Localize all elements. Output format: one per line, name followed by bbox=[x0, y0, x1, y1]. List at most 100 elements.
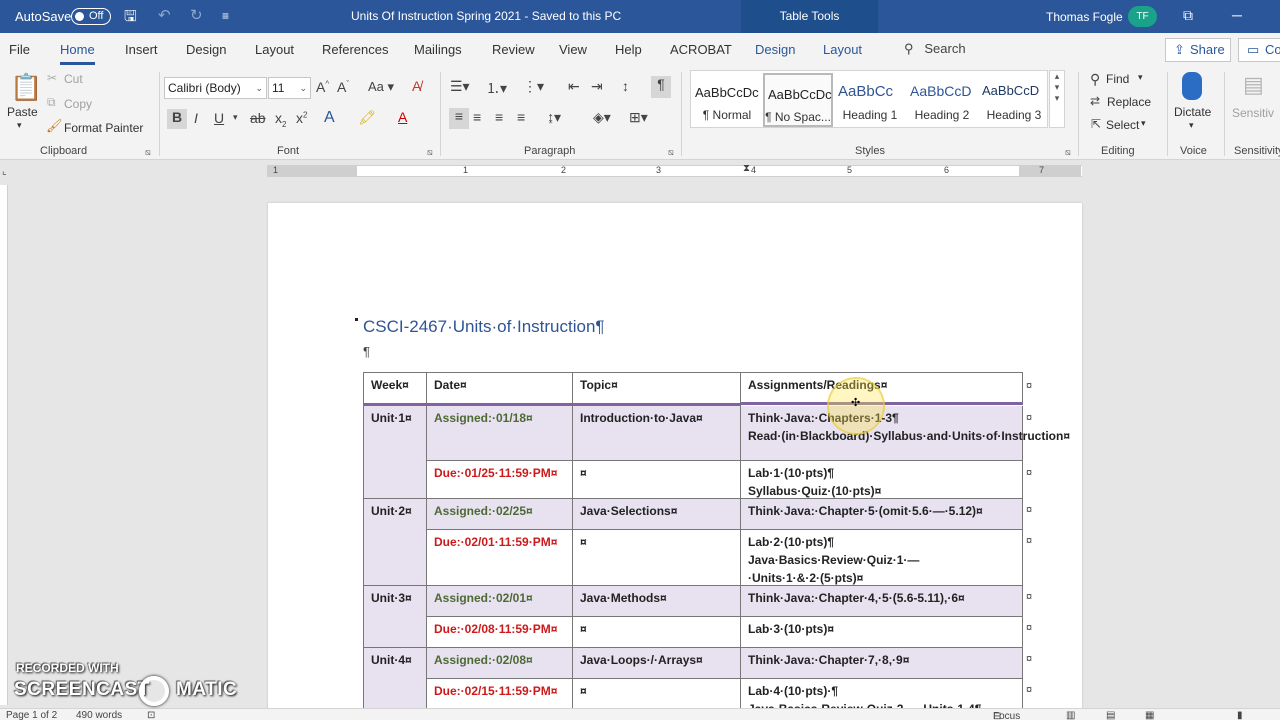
chevron-up-icon[interactable]: ▴ bbox=[1050, 71, 1064, 82]
tab-mailings[interactable]: Mailings bbox=[414, 42, 462, 57]
search-box[interactable]: ⚲ Search bbox=[904, 41, 966, 57]
topic-cell[interactable]: Java·Loops·/·Arrays¤ bbox=[573, 648, 741, 679]
ribbon-display-icon[interactable]: ⧉ bbox=[1183, 7, 1193, 24]
assigned-date-cell[interactable]: Assigned:·02/08¤ bbox=[427, 648, 573, 679]
header-cell-topic[interactable]: Topic¤ bbox=[573, 373, 741, 405]
save-icon[interactable]: 🖫 bbox=[124, 6, 137, 31]
sensitivity-button[interactable]: Sensitiv bbox=[1232, 106, 1274, 120]
page-count[interactable]: Page 1 of 2 bbox=[6, 710, 57, 720]
comments-button[interactable]: ▭ Co bbox=[1238, 38, 1280, 62]
shrink-font-icon[interactable]: Aˇ bbox=[337, 79, 349, 95]
topic-cell[interactable]: Java·Methods¤ bbox=[573, 586, 741, 617]
tab-layout[interactable]: Layout bbox=[255, 42, 294, 57]
topic-cell[interactable]: Introduction·to·Java¤ bbox=[573, 406, 741, 461]
bullets-icon[interactable]: ☰▾ bbox=[450, 78, 470, 95]
assigned-date-cell[interactable]: Assigned:·02/25¤ bbox=[427, 499, 573, 530]
font-size-box[interactable]: 11 ⌄ bbox=[268, 77, 311, 99]
autosave-toggle[interactable]: Off bbox=[71, 8, 111, 25]
redo-icon[interactable]: ↻ bbox=[190, 6, 203, 24]
tab-acrobat[interactable]: ACROBAT bbox=[670, 42, 732, 57]
more-styles-icon[interactable]: ▾ bbox=[1050, 93, 1064, 104]
cut-button[interactable]: Cut bbox=[64, 72, 83, 86]
share-button[interactable]: ⇪ Share bbox=[1165, 38, 1231, 62]
indent-marker-icon[interactable]: ⧗ bbox=[743, 163, 750, 174]
decrease-indent-icon[interactable]: ⇤ bbox=[568, 78, 580, 95]
customize-qat-icon[interactable]: ≡ bbox=[222, 9, 229, 23]
undo-icon[interactable]: ↶ bbox=[158, 6, 171, 24]
tab-table-design[interactable]: Design bbox=[755, 42, 795, 57]
align-left-icon[interactable]: ≡ bbox=[449, 108, 469, 129]
readings-cell[interactable]: Think·Java:·Chapter·7,·8,·9¤ bbox=[741, 648, 1023, 679]
multilevel-list-icon[interactable]: ⋮▾ bbox=[523, 78, 544, 95]
readings-cell[interactable]: Think·Java:·Chapter·5·(omit·5.6·—·5.12)¤ bbox=[741, 499, 1023, 530]
style-no-spacing[interactable]: AaBbCcDc ¶ No Spac... bbox=[763, 73, 833, 127]
select-dropdown-icon[interactable]: ▾ bbox=[1141, 118, 1146, 129]
paragraph-launcher-icon[interactable]: ⧅ bbox=[668, 147, 674, 158]
tab-view[interactable]: View bbox=[559, 42, 587, 57]
line-spacing-icon[interactable]: ↨▾ bbox=[547, 109, 561, 126]
select-button[interactable]: Select bbox=[1106, 118, 1139, 132]
clipboard-launcher-icon[interactable]: ⧅ bbox=[145, 147, 151, 158]
numbering-icon[interactable]: ⒈▾ bbox=[486, 78, 507, 98]
microphone-icon[interactable] bbox=[1182, 72, 1202, 100]
due-date-cell[interactable]: Due:·01/25·11:59·PM¤ bbox=[427, 461, 573, 499]
styles-scroll[interactable]: ▴ ▾ ▾ bbox=[1049, 70, 1065, 128]
topic-cell[interactable]: Java·Selections¤ bbox=[573, 499, 741, 530]
copy-button[interactable]: Copy bbox=[64, 97, 92, 111]
superscript-icon[interactable]: x2 bbox=[296, 110, 307, 126]
dictate-dropdown-icon[interactable]: ▾ bbox=[1189, 120, 1194, 131]
find-dropdown-icon[interactable]: ▾ bbox=[1138, 72, 1143, 83]
proofing-icon[interactable]: ⊡ bbox=[147, 710, 155, 720]
increase-indent-icon[interactable]: ⇥ bbox=[591, 78, 603, 95]
borders-icon[interactable]: ⊞▾ bbox=[629, 109, 648, 126]
tab-home[interactable]: Home bbox=[60, 42, 95, 65]
assigned-date-cell[interactable]: Assigned:·02/01¤ bbox=[427, 586, 573, 617]
web-layout-icon[interactable]: ▦ bbox=[1145, 710, 1154, 720]
styles-launcher-icon[interactable]: ⧅ bbox=[1065, 147, 1071, 158]
due-work-cell[interactable]: Lab·1·(10·pts)¶ Syllabus·Quiz·(10·pts)¤ bbox=[741, 461, 1023, 499]
read-mode-icon[interactable]: ▥ bbox=[1066, 710, 1075, 720]
style-heading-1[interactable]: AaBbCc Heading 1 bbox=[835, 73, 905, 127]
assigned-date-cell[interactable]: Assigned:·01/18¤ bbox=[427, 406, 573, 461]
avatar[interactable]: TF bbox=[1128, 6, 1157, 27]
paste-dropdown-icon[interactable]: ▾ bbox=[17, 120, 22, 131]
text-effects-icon[interactable]: A bbox=[324, 109, 335, 127]
print-layout-icon[interactable]: ▤ bbox=[1106, 710, 1115, 720]
tab-selector-icon[interactable]: ⌞ bbox=[2, 166, 7, 177]
font-name-box[interactable]: Calibri (Body) ⌄ bbox=[164, 77, 267, 99]
chevron-down-icon[interactable]: ▾ bbox=[1050, 82, 1064, 93]
strikethrough-icon[interactable]: ab bbox=[250, 110, 266, 126]
tab-help[interactable]: Help bbox=[615, 42, 642, 57]
shading-icon[interactable]: ◈▾ bbox=[593, 109, 611, 126]
due-topic-cell[interactable]: ¤ bbox=[573, 461, 741, 499]
empty-paragraph[interactable]: ¶ bbox=[363, 344, 370, 359]
style-heading-2[interactable]: AaBbCcD Heading 2 bbox=[907, 73, 977, 127]
due-topic-cell[interactable]: ¤ bbox=[573, 617, 741, 648]
tab-references[interactable]: References bbox=[322, 42, 388, 57]
document-heading[interactable]: CSCI-2467·Units·of·Instruction¶ bbox=[363, 317, 605, 337]
header-cell-date[interactable]: Date¤ bbox=[427, 373, 573, 405]
week-cell[interactable]: Unit·2¤ bbox=[364, 499, 427, 586]
paste-button[interactable]: Paste bbox=[7, 105, 38, 119]
grow-font-icon[interactable]: A^ bbox=[316, 79, 329, 95]
font-color-icon[interactable]: A bbox=[398, 109, 407, 125]
due-topic-cell[interactable]: ¤ bbox=[573, 530, 741, 586]
highlight-color-icon[interactable]: 🖍 bbox=[358, 109, 376, 126]
italic-icon[interactable]: I bbox=[194, 110, 198, 126]
paste-icon[interactable]: 📋 bbox=[10, 72, 42, 103]
bold-icon[interactable]: B bbox=[167, 109, 187, 129]
due-work-cell[interactable]: Lab·3·(10·pts)¤ bbox=[741, 617, 1023, 648]
style-normal[interactable]: AaBbCcDc ¶ Normal bbox=[692, 73, 762, 127]
replace-button[interactable]: Replace bbox=[1107, 95, 1151, 109]
underline-icon[interactable]: U bbox=[214, 110, 224, 126]
justify-icon[interactable]: ≡ bbox=[517, 109, 525, 125]
sort-icon[interactable]: ↕ bbox=[622, 78, 629, 94]
zoom-slider-icon[interactable]: ▮ bbox=[1237, 710, 1243, 720]
align-center-icon[interactable]: ≡ bbox=[473, 109, 481, 125]
clear-formatting-icon[interactable]: A̸ bbox=[412, 78, 421, 94]
readings-cell[interactable]: Think·Java:·Chapter·4,·5·(5.6-5.11),·6¤ bbox=[741, 586, 1023, 617]
underline-dropdown-icon[interactable]: ▾ bbox=[233, 112, 238, 123]
user-name[interactable]: Thomas Fogle bbox=[1046, 10, 1123, 24]
tab-table-layout[interactable]: Layout bbox=[823, 42, 862, 57]
change-case-icon[interactable]: Aa ▾ bbox=[368, 79, 394, 95]
